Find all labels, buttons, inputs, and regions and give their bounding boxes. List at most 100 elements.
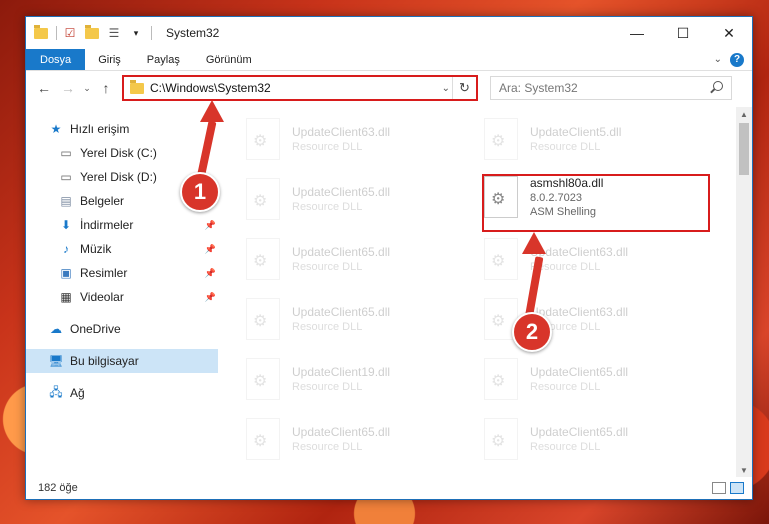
- list-item[interactable]: UpdateClient65.dll Resource DLL: [246, 235, 456, 283]
- back-button[interactable]: ←: [32, 76, 56, 100]
- sidebar-item-label: Belgeler: [80, 194, 125, 208]
- up-button[interactable]: ↑: [94, 76, 118, 100]
- file-name: UpdateClient65.dll: [530, 425, 629, 439]
- tab-file[interactable]: Dosya: [26, 49, 86, 70]
- scroll-thumb[interactable]: [739, 123, 749, 175]
- file-name: UpdateClient65.dll: [292, 245, 391, 259]
- list-item[interactable]: UpdateClient5.dll Resource DLL: [484, 115, 694, 163]
- list-item[interactable]: UpdateClient63.dllResource DLL: [246, 115, 456, 163]
- divider: [56, 26, 57, 40]
- sidebar-item-label: Yerel Disk (D:): [80, 170, 157, 184]
- sidebar-item-quick-access[interactable]: ★ Hızlı erişim: [26, 117, 218, 141]
- file-type: Resource DLL: [530, 441, 601, 453]
- address-path[interactable]: C:\Windows\System32: [150, 81, 271, 95]
- file-explorer-window: ☑ ☰ ▾ System32 — ☐ ✕ Dosya Giriş Paylaş …: [25, 16, 753, 500]
- music-icon: ♪: [63, 242, 69, 256]
- sidebar-item-downloads[interactable]: ⬇ İndirmeler 📌: [26, 213, 218, 237]
- close-button[interactable]: ✕: [706, 17, 752, 49]
- step-badge-1: 1: [180, 172, 220, 212]
- file-name: UpdateClient65.dll: [530, 365, 629, 379]
- file-name: UpdateClient5.dll: [530, 125, 622, 139]
- dll-file-icon: [484, 118, 518, 160]
- file-type: Resource DLL: [530, 381, 601, 393]
- sidebar-item-label: Müzik: [80, 242, 112, 256]
- large-icons-view-icon[interactable]: [730, 482, 744, 494]
- sidebar-item-label: Hızlı erişim: [70, 122, 130, 136]
- chevron-down-icon[interactable]: ⌄: [442, 83, 450, 94]
- forward-button[interactable]: →: [56, 76, 80, 100]
- sidebar-item-local-disk-c[interactable]: ▭ Yerel Disk (C:): [26, 141, 218, 165]
- new-folder-icon[interactable]: [85, 24, 99, 40]
- downloads-icon: ⬇: [60, 218, 72, 232]
- recent-locations-button[interactable]: ⌄: [80, 83, 94, 94]
- view-toggle: [712, 482, 744, 494]
- dll-file-icon: [246, 418, 280, 460]
- file-type: Resource DLL: [292, 381, 363, 393]
- chevron-down-icon[interactable]: ▾: [129, 26, 143, 40]
- tab-home[interactable]: Giriş: [85, 49, 134, 70]
- folder-icon: [34, 24, 48, 40]
- drive-icon: ▭: [60, 170, 72, 184]
- sidebar-item-label: Bu bilgisayar: [70, 354, 139, 368]
- arrow-icon: [200, 100, 224, 122]
- file-type: Resource DLL: [530, 141, 601, 153]
- search-icon[interactable]: [713, 81, 723, 91]
- list-item[interactable]: UpdateClient19.dll Resource DLL: [246, 355, 456, 403]
- list-item[interactable]: UpdateClient65.dll Resource DLL: [484, 415, 694, 463]
- list-item[interactable]: UpdateClient65.dll Resource DLL: [484, 355, 694, 403]
- minimize-button[interactable]: —: [614, 17, 660, 49]
- dll-file-icon: [246, 238, 280, 280]
- list-item[interactable]: UpdateClient65.dll Resource DLL: [246, 295, 456, 343]
- pin-icon[interactable]: 📌: [205, 220, 216, 231]
- list-item[interactable]: UpdateClient65.dll Resource DLL: [246, 175, 456, 223]
- step-badge-2: 2: [512, 312, 552, 352]
- list-item[interactable]: UpdateClient63.dllResource DLL: [484, 235, 694, 283]
- file-name: UpdateClient65.dll: [292, 185, 391, 199]
- dll-file-icon: [246, 118, 280, 160]
- help-button[interactable]: ⌄ ?: [714, 49, 744, 70]
- status-bar: 182 öğe: [26, 477, 752, 499]
- properties-icon[interactable]: ☑: [63, 26, 77, 40]
- list-item[interactable]: UpdateClient65.dll Resource DLL: [246, 415, 456, 463]
- sidebar-item-videos[interactable]: ▦ Videolar 📌: [26, 285, 218, 309]
- file-type: Resource DLL: [292, 201, 363, 213]
- folder-icon: [130, 79, 144, 94]
- file-type: Resource DLL: [292, 261, 363, 273]
- content-area: ★ Hızlı erişim ▭ Yerel Disk (C:) ▭ Yerel…: [26, 107, 752, 477]
- maximize-button[interactable]: ☐: [660, 17, 706, 49]
- sidebar-item-label: Yerel Disk (C:): [80, 146, 157, 160]
- dll-file-icon: [484, 358, 518, 400]
- scroll-up-icon[interactable]: ▲: [736, 107, 752, 121]
- videos-icon: ▦: [60, 290, 72, 304]
- pin-icon[interactable]: 📌: [205, 292, 216, 303]
- address-bar[interactable]: C:\Windows\System32 ⌄ ↻: [122, 75, 478, 101]
- refresh-button[interactable]: ↻: [452, 77, 476, 99]
- tab-view[interactable]: Görünüm: [193, 49, 265, 70]
- file-name: UpdateClient65.dll: [292, 305, 391, 319]
- details-view-icon[interactable]: [712, 482, 726, 494]
- sidebar-item-onedrive[interactable]: ☁ OneDrive: [26, 317, 218, 341]
- file-type: Resource DLL: [292, 441, 363, 453]
- sidebar-item-pictures[interactable]: ▣ Resimler 📌: [26, 261, 218, 285]
- file-name: UpdateClient19.dll: [292, 365, 391, 379]
- item-count: 182 öğe: [38, 482, 78, 494]
- vertical-scrollbar[interactable]: ▲ ▼: [736, 107, 752, 477]
- chevron-down-icon[interactable]: ⌄: [714, 54, 722, 65]
- tab-share[interactable]: Paylaş: [134, 49, 193, 70]
- highlight-box: [482, 174, 710, 232]
- sidebar-item-network[interactable]: 🖧 Ağ: [26, 381, 218, 405]
- sidebar-item-label: OneDrive: [70, 322, 121, 336]
- customize-toolbar-icon[interactable]: ☰: [107, 26, 121, 40]
- file-name: UpdateClient63.dll: [292, 125, 391, 139]
- sidebar-item-label: Ağ: [70, 386, 85, 400]
- search-input[interactable]: Ara: System32: [490, 76, 732, 100]
- dll-file-icon: [246, 298, 280, 340]
- pictures-icon: ▣: [60, 266, 72, 280]
- drive-icon: ▭: [60, 146, 72, 160]
- sidebar-item-this-pc[interactable]: 🖥 Bu bilgisayar: [26, 349, 218, 373]
- pin-icon[interactable]: 📌: [205, 244, 216, 255]
- star-icon: ★: [50, 122, 62, 136]
- scroll-down-icon[interactable]: ▼: [736, 463, 752, 477]
- pin-icon[interactable]: 📌: [205, 268, 216, 279]
- sidebar-item-music[interactable]: ♪ Müzik 📌: [26, 237, 218, 261]
